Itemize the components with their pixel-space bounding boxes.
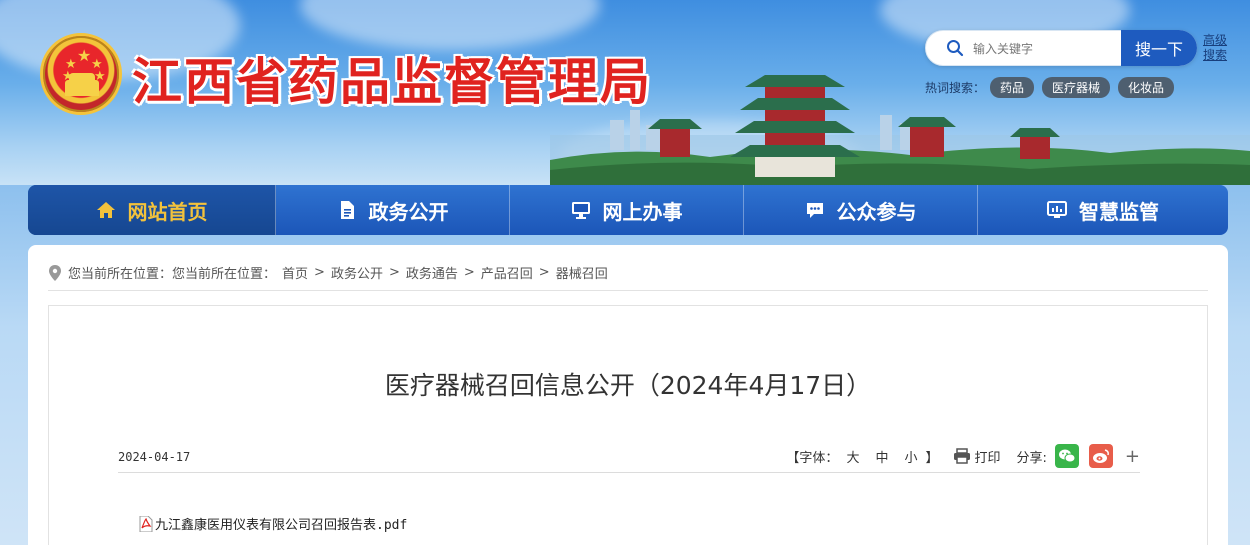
nav-label: 网站首页 (127, 199, 208, 224)
article-tools: 【字体： 大 中 小 】 打印 分享: + (786, 443, 1140, 469)
wechat-icon (1058, 449, 1076, 463)
share-weibo-button[interactable] (1088, 444, 1113, 468)
breadcrumb-separator: > (538, 265, 550, 280)
breadcrumb-home[interactable]: 首页 (282, 263, 308, 282)
hot-tag-medical-devices[interactable]: 医疗器械 (1042, 77, 1111, 98)
nav-label: 网上办事 (602, 199, 683, 224)
main-content: 您当前所在位置：您当前所在位置： 首页 > 政务公开 > 政务通告 > 产品召回… (28, 245, 1228, 545)
home-icon (96, 202, 115, 218)
monitor-icon (571, 202, 590, 219)
article-title: 医疗器械召回信息公开（2024年4月17日） (384, 371, 872, 400)
breadcrumb-prefix: 您当前所在位置：您当前所在位置： (68, 267, 277, 282)
breadcrumb-divider (48, 290, 1208, 291)
font-size-control: 【字体： 大 中 小 】 (786, 447, 938, 466)
breadcrumb-government-affairs[interactable]: 政务公开 (331, 263, 383, 282)
breadcrumb-separator: > (388, 265, 400, 280)
dashboard-icon (1047, 201, 1067, 218)
share-more-button[interactable]: + (1125, 446, 1140, 467)
breadcrumb-separator: > (463, 265, 475, 280)
main-nav: 网站首页 政务公开 网上办事 公众参与 智慧监管 (28, 185, 1228, 235)
search-input[interactable] (973, 38, 1113, 60)
nav-label: 政务公开 (368, 199, 449, 224)
share-label: 分享: (1016, 450, 1047, 466)
breadcrumb-announcements[interactable]: 政务通告 (406, 263, 458, 282)
hot-tag-drugs[interactable]: 药品 (990, 77, 1035, 98)
attachment-filename: 九江鑫康医用仪表有限公司召回报告表.pdf (155, 518, 408, 533)
article-meta: 2024-04-17 【字体： 大 中 小 】 打印 分享: + (118, 443, 1140, 473)
site-header: ★ ★ ★ ★ ★ 江西省药品监督管理局 输入关键字 搜一下 高级搜索 热词搜索… (0, 0, 1250, 185)
pdf-file-icon (139, 515, 153, 532)
breadcrumb-device-recall[interactable]: 器械召回 (556, 263, 608, 282)
hot-tag-cosmetics[interactable]: 化妆品 (1118, 77, 1175, 98)
document-icon (340, 201, 354, 219)
nav-item-public-participation[interactable]: 公众参与 (744, 185, 978, 235)
print-label: 打印 (974, 450, 1001, 466)
nav-item-smart-supervision[interactable]: 智慧监管 (978, 185, 1228, 235)
nav-label: 公众参与 (836, 199, 917, 224)
hot-search-label: 热词搜索： (925, 81, 986, 95)
nav-item-home[interactable]: 网站首页 (28, 185, 276, 235)
advanced-search-link[interactable]: 高级搜索 (1203, 33, 1229, 63)
article-container: 医疗器械召回信息公开（2024年4月17日） 2024-04-17 【字体： 大… (48, 305, 1208, 545)
chat-icon (806, 203, 823, 218)
publish-date: 2024-04-17 (118, 450, 191, 464)
hot-search-tags: 药品 医疗器械 化妆品 (990, 77, 1175, 98)
nav-item-government-affairs[interactable]: 政务公开 (276, 185, 510, 235)
printer-icon (953, 448, 970, 464)
location-pin-icon (49, 264, 61, 281)
search-button[interactable]: 搜一下 (1121, 30, 1197, 66)
search-icon (947, 40, 964, 57)
national-emblem-logo: ★ ★ ★ ★ ★ (40, 33, 122, 115)
nav-label: 智慧监管 (1079, 199, 1159, 224)
breadcrumb-separator: > (314, 265, 325, 280)
print-button[interactable]: 打印 (953, 447, 1001, 466)
font-control-close: 】 (925, 450, 939, 466)
attachment-link[interactable]: 九江鑫康医用仪表有限公司召回报告表.pdf (139, 514, 407, 533)
font-small-button[interactable]: 小 (904, 447, 917, 466)
font-medium-button[interactable]: 中 (875, 447, 888, 466)
font-large-button[interactable]: 大 (846, 447, 859, 466)
font-control-open: 【字体： (786, 450, 839, 466)
nav-item-online-services[interactable]: 网上办事 (510, 185, 744, 235)
search-box: 搜一下 (925, 30, 1197, 66)
weibo-icon (1092, 449, 1109, 463)
breadcrumb: 您当前所在位置：您当前所在位置： 首页 > 政务公开 > 政务通告 > 产品召回… (48, 263, 608, 282)
breadcrumb-product-recall[interactable]: 产品召回 (481, 263, 533, 282)
share-wechat-button[interactable] (1054, 444, 1079, 468)
